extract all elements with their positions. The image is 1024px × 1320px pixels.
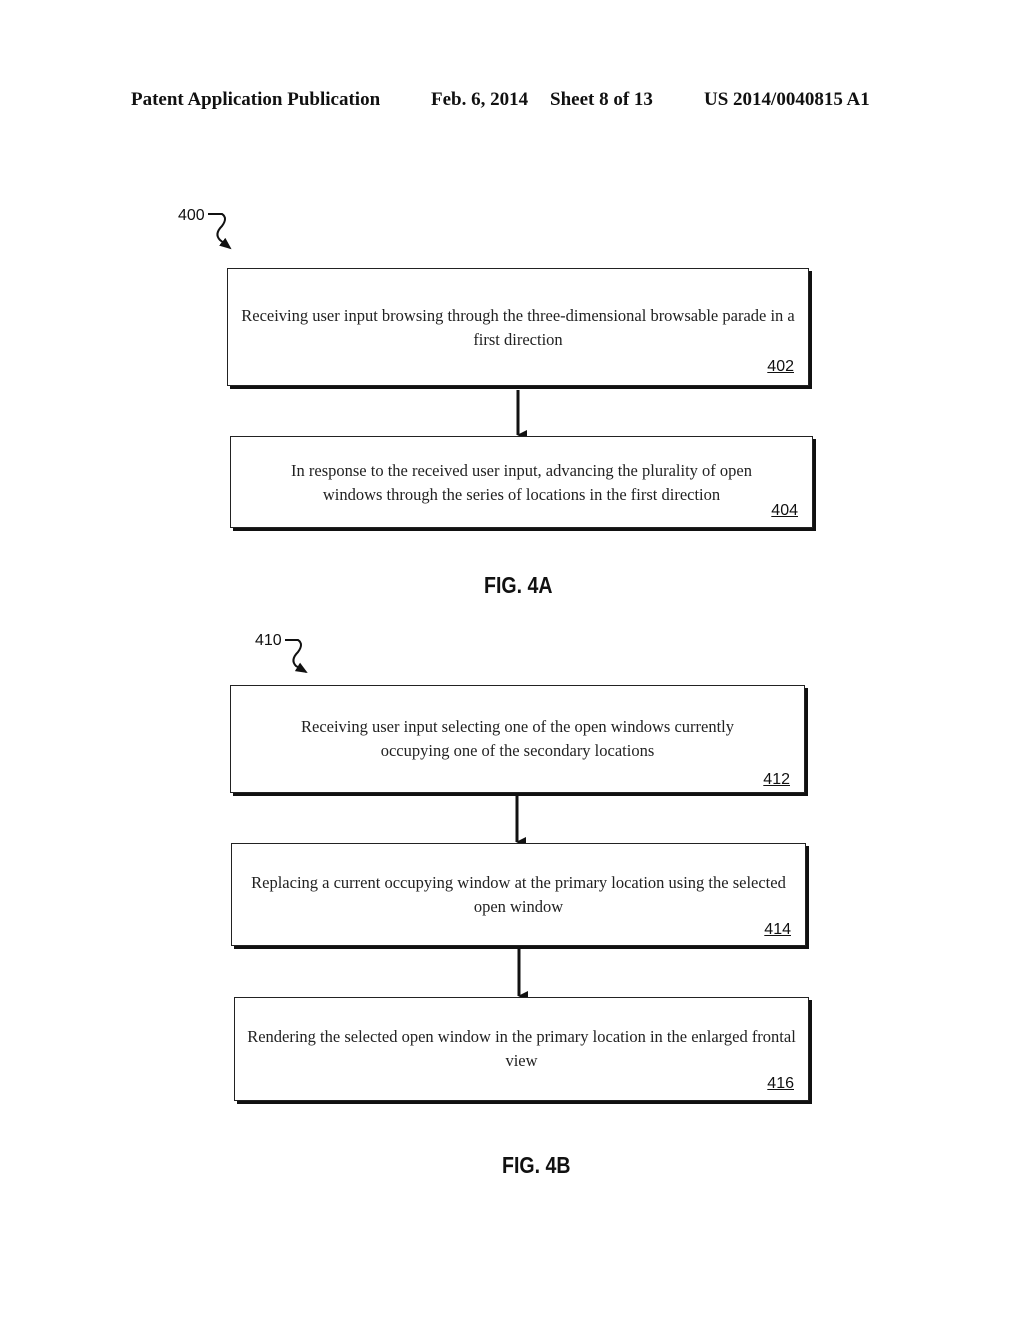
flowchart-connectors [208, 213, 528, 1001]
ref-400-arrow [208, 213, 232, 250]
step-404-box: In response to the received user input, … [230, 436, 813, 528]
step-404-number: 404 [771, 502, 798, 519]
step-416-text: Rendering the selected open window in th… [247, 1027, 796, 1070]
step-402-number: 402 [767, 358, 794, 375]
step-404-text: In response to the received user input, … [291, 461, 752, 504]
step-402-box: Receiving user input browsing through th… [227, 268, 809, 386]
ref-label-410: 410 [255, 632, 282, 649]
step-416-box: Rendering the selected open window in th… [234, 997, 809, 1101]
figure-caption-4a: FIG. 4A [484, 572, 553, 598]
step-414-text: Replacing a current occupying window at … [251, 873, 786, 916]
step-414-number: 414 [764, 921, 791, 938]
step-412-box: Receiving user input selecting one of th… [230, 685, 805, 793]
step-412-number: 412 [763, 771, 790, 788]
step-414-box: Replacing a current occupying window at … [231, 843, 806, 946]
step-402-text: Receiving user input browsing through th… [241, 306, 795, 349]
step-416-number: 416 [767, 1075, 794, 1092]
ref-410-arrow [285, 639, 308, 674]
ref-label-400: 400 [178, 207, 205, 224]
step-412-text: Receiving user input selecting one of th… [300, 717, 734, 760]
figure-caption-4b: FIG. 4B [502, 1152, 571, 1178]
